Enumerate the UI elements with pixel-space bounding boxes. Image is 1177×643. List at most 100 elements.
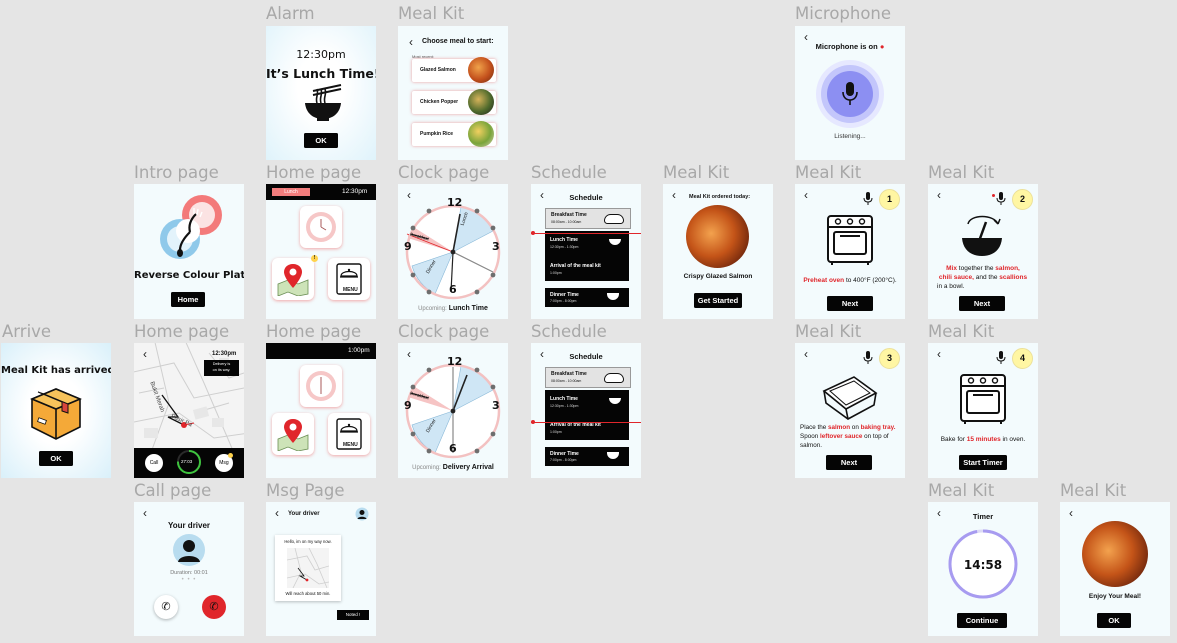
label-mealkit: Meal Kit [1060,481,1127,500]
label-mealkit: Meal Kit [928,322,995,341]
intro-screen: Reverse Colour Plate Home [134,184,244,319]
microphone-icon[interactable] [996,192,1006,205]
label-intro: Intro page [134,163,219,182]
lunch-slot[interactable]: Lunch Time 12:30pm - 1:30pm Arrival of t… [545,390,629,440]
next-button[interactable]: Next [959,296,1005,311]
arrive-ok-button[interactable]: OK [39,451,73,466]
label-schedule: Schedule [531,163,607,182]
msg-screen: ‹ Your driver Hello, im on my way now. W… [266,502,376,636]
meal-option-1[interactable]: Glazed Salmon [412,57,496,83]
clock-6: 6 [449,442,457,455]
label-home: Home page [266,322,362,341]
label-clock: Clock page [398,163,490,182]
step-4-screen: ‹ 4 Bake for 15 minutes in oven. Start T… [928,343,1038,478]
back-icon[interactable]: ‹ [143,348,147,360]
schedule-screen-1: ‹ Schedule Breakfast Time 08:00am - 10:0… [531,184,641,319]
step-2-screen: ‹ 2 Mix together the salmon, chili sauce… [928,184,1038,319]
microphone-icon[interactable] [863,192,873,205]
microphone-icon[interactable] [996,351,1006,364]
map-tile[interactable] [272,413,314,455]
next-button[interactable]: Next [827,296,873,311]
menu-tile[interactable]: MENU [328,258,370,300]
label-mealkit: Meal Kit [928,481,995,500]
breakfast-slot[interactable]: Breakfast Time 08:00am - 10:00am [545,367,631,388]
now-line [531,422,641,423]
label-mealkit: Meal Kit [928,163,995,182]
clock-3: 3 [492,240,500,253]
avatar [355,507,369,521]
back-icon[interactable]: ‹ [1069,507,1073,519]
microphone-icon[interactable] [863,351,873,364]
meal-option-2[interactable]: Chicken Popper [412,89,496,115]
back-icon[interactable]: ‹ [672,189,676,201]
dinner-slot[interactable]: Dinner Time 7:00pm - 8:00pm [545,447,629,466]
start-timer-button[interactable]: Start Timer [959,455,1007,470]
alarm-ok-button[interactable]: OK [304,133,338,148]
note-line: Delivery is [212,362,231,366]
step-1-screen: ‹ 1 Preheat oven to 400°F (200°C). Next [795,184,905,319]
breakfast-slot[interactable]: Breakfast Time 08:00am - 10:00am [545,208,631,229]
timer-countdown: 14:58 [963,558,1003,572]
slot-title: Arrival of the meal kit [550,263,601,269]
slot-title: Lunch Time [550,396,578,402]
back-icon[interactable]: ‹ [937,348,941,360]
back-icon[interactable]: ‹ [409,36,413,48]
step-3-screen: ‹ 3 Place the salmon on baking tray. Spo… [795,343,905,478]
slot-title: Dinner Time [550,451,579,457]
step-number: 4 [1012,348,1033,369]
back-icon[interactable]: ‹ [143,507,147,519]
lunch-slot[interactable]: Lunch Time 12:30pm - 1:30pm Arrival of t… [545,231,629,281]
enjoy-screen: ‹ Enjoy Your Meal! OK [1060,502,1170,636]
intro-title: Reverse Colour Plate [134,270,244,281]
unread-dot [228,453,233,458]
hang-up-icon[interactable]: ✆ [202,595,226,619]
now-dot [531,420,535,424]
map-pin-icon [277,419,309,451]
enjoy-title: Enjoy Your Meal! [1088,593,1142,600]
slot-time: 12:30pm - 1:30pm [550,245,579,249]
msg-title: Your driver [288,511,320,517]
next-button[interactable]: Next [826,455,872,470]
dinner-slot[interactable]: Dinner Time 7:00pm - 8:00pm [545,288,629,307]
clock-icon [306,212,336,242]
home-screen-2: 1:00pm MENU [266,343,376,478]
label-mealkit: Meal Kit [398,4,465,23]
noodle-icon [609,398,621,404]
meal-option-3[interactable]: Pumpkin Rice [412,121,496,147]
label-mealkit: Meal Kit [663,163,730,182]
back-icon[interactable]: ‹ [275,507,279,519]
call-title: Your driver [167,521,211,530]
bread-icon [604,214,624,224]
meal-option-label: Glazed Salmon [420,67,456,73]
label-microphone: Microphone [795,4,892,23]
step-instruction-line-1: Place the salmon on baking tray. [800,424,896,431]
salmon-photo [686,205,749,268]
menu-tile[interactable]: MENU [328,413,370,455]
step-number: 3 [879,348,900,369]
home-button[interactable]: Home [171,292,205,307]
clock-tile[interactable] [300,365,342,407]
step-number: 2 [1012,189,1033,210]
map-pin-icon [277,264,309,296]
back-icon[interactable]: ‹ [937,189,941,201]
reverse-plate-logo [160,195,222,259]
map-screen: ‹ 12:30pm Delivery is on its way. Bukit … [134,343,244,478]
enjoy-ok-button[interactable]: OK [1097,613,1131,628]
call-button[interactable]: Call [145,454,163,472]
alarm-time: 12:30pm [296,48,346,61]
home-time: 12:30pm [342,188,368,195]
back-icon[interactable]: ‹ [804,348,808,360]
phone-accept-icon[interactable]: ✆ [154,595,178,619]
step-instruction-line-2: Spoon leftover sauce on top of [800,433,889,440]
salmon-photo [468,57,494,83]
label-home: Home page [266,163,362,182]
back-icon[interactable]: ‹ [804,189,808,201]
menu-label: MENU [343,287,358,293]
map-time: 12:30pm [212,351,237,357]
map-tile[interactable] [272,258,314,300]
clock-tile[interactable] [300,206,342,248]
microphone-icon[interactable] [840,81,860,107]
get-started-button[interactable]: Get Started [694,293,742,308]
noodle-bowl-icon [305,84,342,121]
continue-button[interactable]: Continue [957,613,1007,628]
